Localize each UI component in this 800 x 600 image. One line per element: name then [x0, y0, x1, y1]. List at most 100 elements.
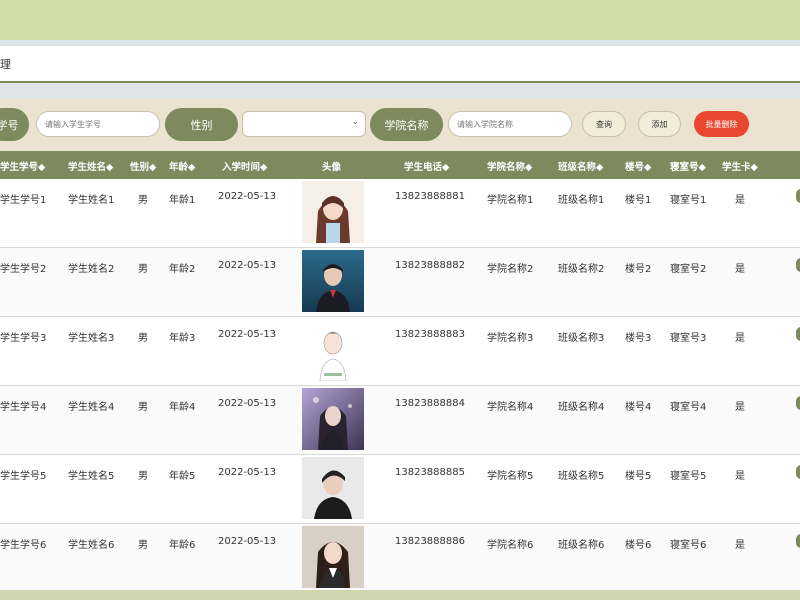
avatar — [302, 457, 364, 519]
cell-room: 寝室号4 — [670, 402, 707, 413]
row-action-button[interactable] — [796, 534, 800, 548]
query-button[interactable]: 查询 — [582, 111, 626, 137]
column-header[interactable]: 学生卡◆ — [722, 159, 758, 173]
cell-card: 是 — [735, 540, 745, 551]
cell-name: 学生姓名1 — [68, 195, 115, 206]
cell-name: 学生姓名5 — [68, 471, 115, 482]
cell-age: 年龄1 — [169, 195, 196, 206]
cell-phone: 13823888885 — [395, 467, 465, 478]
cell-class: 班级名称2 — [558, 264, 605, 275]
cell-phone: 13823888886 — [395, 536, 465, 547]
cell-age: 年龄6 — [169, 540, 196, 551]
cell-building: 楼号3 — [625, 333, 652, 344]
cell-building: 楼号1 — [625, 195, 652, 206]
cell-name: 学生姓名4 — [68, 402, 115, 413]
gender-select[interactable]: ⌄ — [242, 111, 366, 137]
column-header[interactable]: 学生电话◆ — [404, 159, 449, 173]
row-action-button[interactable] — [796, 189, 800, 203]
breadcrumb: 理 — [0, 58, 11, 71]
row-action-button[interactable] — [796, 258, 800, 272]
cell-building: 楼号4 — [625, 402, 652, 413]
cell-enroll-date: 2022-05-13 — [218, 467, 277, 478]
cell-enroll-date: 2022-05-13 — [218, 329, 277, 340]
cell-class: 班级名称6 — [558, 540, 605, 551]
cell-gender: 男 — [138, 540, 148, 551]
breadcrumb-bar: 理 — [0, 46, 800, 83]
cell-room: 寝室号6 — [670, 540, 707, 551]
top-banner — [0, 0, 800, 40]
column-header[interactable]: 入学时间◆ — [222, 159, 267, 173]
cell-class: 班级名称1 — [558, 195, 605, 206]
row-action-button[interactable] — [796, 327, 800, 341]
cell-student-no: 学生学号1 — [0, 195, 47, 206]
table-header: 学生学号◆ 学生姓名◆ 性别◆ 年龄◆ 入学时间◆ 头像 学生电话◆ 学院名称◆… — [0, 151, 800, 179]
cell-age: 年龄2 — [169, 264, 196, 275]
search-bar: 学号 性别 ⌄ 学院名称 查询 添加 批量删除 — [0, 99, 800, 151]
cell-college: 学院名称2 — [487, 264, 534, 275]
table-row: 学生学号6 学生姓名6 男 年龄6 2022-05-13 13823888886 学院名称6… — [0, 524, 800, 593]
cell-phone: 13823888883 — [395, 329, 465, 340]
college-input[interactable] — [448, 111, 572, 137]
cell-college: 学院名称5 — [487, 471, 534, 482]
cell-student-no: 学生学号6 — [0, 540, 47, 551]
chevron-down-icon: ⌄ — [351, 117, 359, 127]
cell-phone: 13823888884 — [395, 398, 465, 409]
column-header[interactable]: 楼号◆ — [625, 159, 651, 173]
cell-gender: 男 — [138, 471, 148, 482]
avatar — [302, 388, 364, 450]
add-button[interactable]: 添加 — [638, 111, 681, 137]
cell-college: 学院名称6 — [487, 540, 534, 551]
cell-name: 学生姓名2 — [68, 264, 115, 275]
batch-delete-button[interactable]: 批量删除 — [694, 111, 749, 137]
cell-student-no: 学生学号3 — [0, 333, 47, 344]
cell-enroll-date: 2022-05-13 — [218, 260, 277, 271]
column-header[interactable]: 寝室号◆ — [670, 159, 706, 173]
table-row: 学生学号3 学生姓名3 男 年龄3 2022-05-13 13823888883 学院名称3… — [0, 317, 800, 386]
cell-gender: 男 — [138, 195, 148, 206]
table-row: 学生学号4 学生姓名4 男 年龄4 2022-05-13 13823888884 学院名称4… — [0, 386, 800, 455]
cell-student-no: 学生学号2 — [0, 264, 47, 275]
cell-gender: 男 — [138, 264, 148, 275]
cell-name: 学生姓名6 — [68, 540, 115, 551]
table-row: 学生学号2 学生姓名2 男 年龄2 2022-05-13 13823888882 学院名称2… — [0, 248, 800, 317]
cell-card: 是 — [735, 195, 745, 206]
divider-strip — [0, 83, 800, 99]
cell-room: 寝室号5 — [670, 471, 707, 482]
college-label: 学院名称 — [370, 108, 443, 141]
cell-age: 年龄3 — [169, 333, 196, 344]
column-header[interactable]: 性别◆ — [130, 159, 156, 173]
student-no-input[interactable] — [36, 111, 160, 137]
cell-gender: 男 — [138, 333, 148, 344]
cell-building: 楼号6 — [625, 540, 652, 551]
avatar — [302, 250, 364, 312]
cell-college: 学院名称4 — [487, 402, 534, 413]
cell-student-no: 学生学号5 — [0, 471, 47, 482]
column-header[interactable]: 学生姓名◆ — [68, 159, 113, 173]
row-action-button[interactable] — [796, 396, 800, 410]
cell-room: 寝室号3 — [670, 333, 707, 344]
cell-phone: 13823888882 — [395, 260, 465, 271]
cell-class: 班级名称4 — [558, 402, 605, 413]
gender-label: 性别 — [165, 108, 238, 141]
column-header[interactable]: 班级名称◆ — [558, 159, 603, 173]
avatar — [302, 181, 364, 243]
cell-gender: 男 — [138, 402, 148, 413]
cell-class: 班级名称5 — [558, 471, 605, 482]
column-header[interactable]: 学生学号◆ — [0, 159, 45, 173]
cell-age: 年龄4 — [169, 402, 196, 413]
column-header: 头像 — [322, 162, 342, 173]
cell-phone: 13823888881 — [395, 191, 465, 202]
cell-card: 是 — [735, 333, 745, 344]
cell-card: 是 — [735, 402, 745, 413]
cell-college: 学院名称3 — [487, 333, 534, 344]
column-header[interactable]: 年龄◆ — [169, 159, 195, 173]
cell-building: 楼号2 — [625, 264, 652, 275]
cell-name: 学生姓名3 — [68, 333, 115, 344]
row-action-button[interactable] — [796, 465, 800, 479]
cell-age: 年龄5 — [169, 471, 196, 482]
cell-room: 寝室号2 — [670, 264, 707, 275]
table-row: 学生学号5 学生姓名5 男 年龄5 2022-05-13 13823888885 学院名称5… — [0, 455, 800, 524]
bottom-strip — [0, 590, 800, 600]
cell-enroll-date: 2022-05-13 — [218, 398, 277, 409]
column-header[interactable]: 学院名称◆ — [487, 159, 532, 173]
